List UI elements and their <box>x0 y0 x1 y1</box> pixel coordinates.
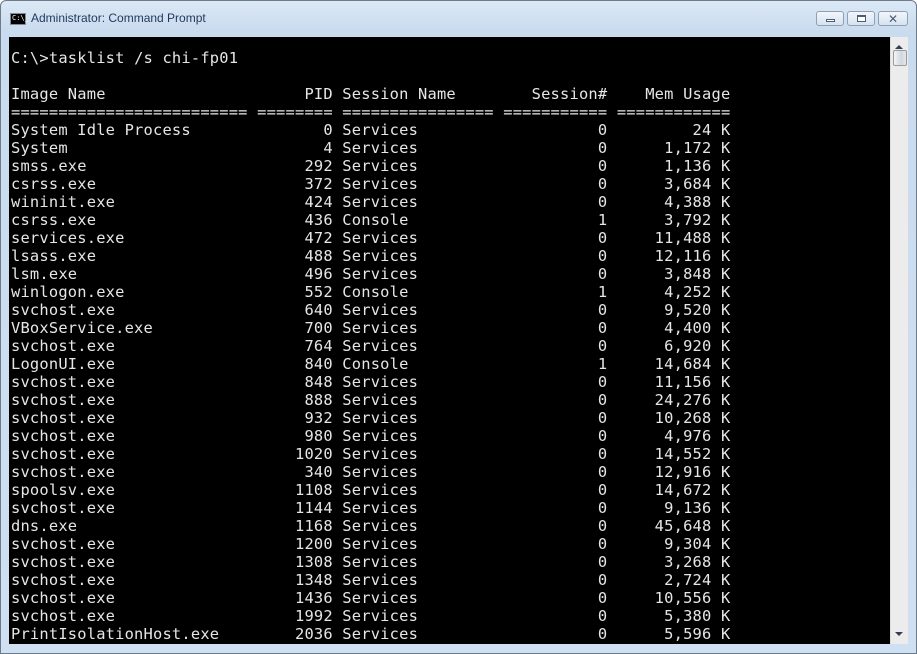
close-icon: ✕ <box>887 11 899 26</box>
table-row: lsm.exe 496 Services 0 3,848 K <box>11 265 731 283</box>
table-row: spoolsv.exe 1108 Services 0 14,672 K <box>11 481 731 499</box>
window-title: Administrator: Command Prompt <box>31 11 206 25</box>
table-row: VBoxService.exe 700 Services 0 4,400 K <box>11 319 731 337</box>
cmd-icon: C:\_ <box>10 13 29 25</box>
title-bar[interactable]: C:\_ Administrator: Command Prompt ✕ <box>1 1 916 37</box>
caption-buttons: ✕ <box>816 11 908 26</box>
table-row: svchost.exe 1308 Services 0 3,268 K <box>11 553 731 571</box>
table-row: svchost.exe 980 Services 0 4,976 K <box>11 427 731 445</box>
table-row: System 4 Services 0 1,172 K <box>11 139 731 157</box>
table-row: svchost.exe 848 Services 0 11,156 K <box>11 373 731 391</box>
table-row: System Idle Process 0 Services 0 24 K <box>11 121 731 139</box>
scroll-up-arrow-icon[interactable] <box>895 45 903 49</box>
maximize-icon <box>856 15 866 22</box>
vertical-scrollbar[interactable] <box>890 37 908 644</box>
table-row: LogonUI.exe 840 Console 1 14,684 K <box>11 355 731 373</box>
table-row: svchost.exe 932 Services 0 10,268 K <box>11 409 731 427</box>
console-output[interactable]: C:\>tasklist /s chi-fp01 Image Name PID S… <box>9 37 890 644</box>
table-row: winlogon.exe 552 Console 1 4,252 K <box>11 283 731 301</box>
table-row: lsass.exe 488 Services 0 12,116 K <box>11 247 731 265</box>
table-row: smss.exe 292 Services 0 1,136 K <box>11 157 731 175</box>
command-text: tasklist /s chi-fp01 <box>48 49 239 67</box>
console-text: C:\>tasklist /s chi-fp01 Image Name PID S… <box>9 37 890 643</box>
close-button[interactable]: ✕ <box>878 11 908 26</box>
table-row: PrintIsolationHost.exe 2036 Services 0 5… <box>11 625 731 643</box>
table-row: svchost.exe 340 Services 0 12,916 K <box>11 463 731 481</box>
table-row: svchost.exe 1020 Services 0 14,552 K <box>11 445 731 463</box>
table-separator: ========================= ======== =====… <box>11 103 731 121</box>
command-prompt-window: C:\_ Administrator: Command Prompt ✕ C:\… <box>0 0 917 654</box>
minimize-button[interactable] <box>816 11 844 26</box>
table-row: csrss.exe 436 Console 1 3,792 K <box>11 211 731 229</box>
table-row: wininit.exe 424 Services 0 4,388 K <box>11 193 731 211</box>
prompt: C:\> <box>11 49 49 67</box>
table-row: csrss.exe 372 Services 0 3,684 K <box>11 175 731 193</box>
maximize-button[interactable] <box>847 11 875 26</box>
table-row: svchost.exe 1144 Services 0 9,136 K <box>11 499 731 517</box>
table-row: svchost.exe 1200 Services 0 9,304 K <box>11 535 731 553</box>
table-row: svchost.exe 1992 Services 0 5,380 K <box>11 607 731 625</box>
table-row: services.exe 472 Services 0 11,488 K <box>11 229 731 247</box>
table-row: svchost.exe 1348 Services 0 2,724 K <box>11 571 731 589</box>
command-line: C:\>tasklist /s chi-fp01 <box>11 49 890 67</box>
table-row: svchost.exe 640 Services 0 9,520 K <box>11 301 731 319</box>
minimize-icon <box>825 18 835 22</box>
table-row: svchost.exe 1436 Services 0 10,556 K <box>11 589 731 607</box>
table-row: svchost.exe 888 Services 0 24,276 K <box>11 391 731 409</box>
table-row: svchost.exe 764 Services 0 6,920 K <box>11 337 731 355</box>
scrollbar-thumb[interactable] <box>893 50 907 66</box>
table-row: dns.exe 1168 Services 0 45,648 K <box>11 517 731 535</box>
table-header: Image Name PID Session Name Session# Mem… <box>11 85 731 103</box>
scroll-down-arrow-icon[interactable] <box>895 632 903 636</box>
